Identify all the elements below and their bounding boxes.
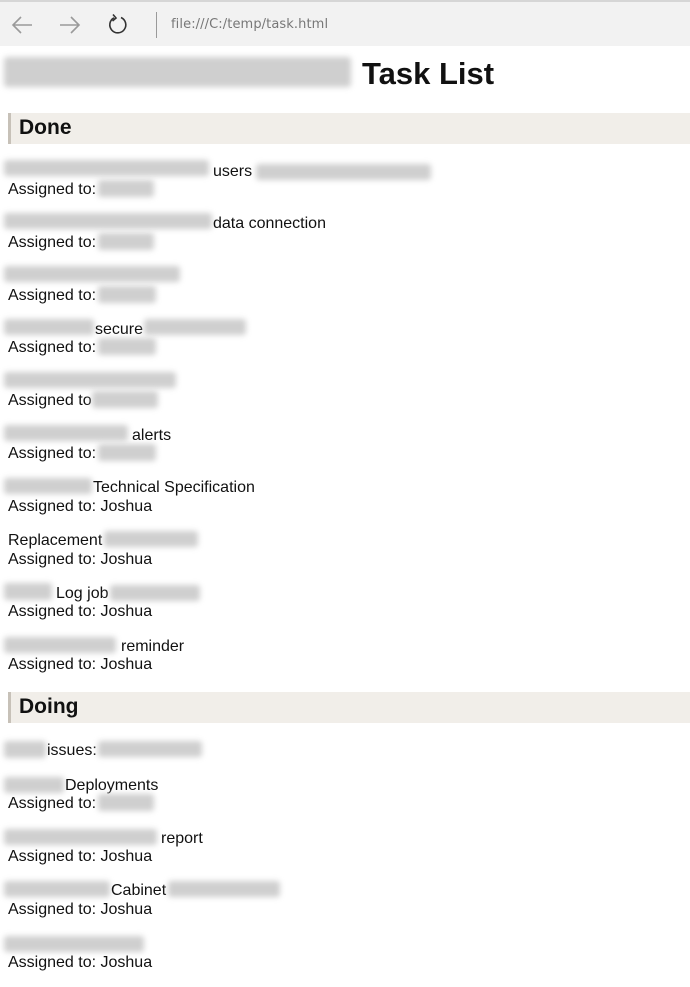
task-assignee: Assigned to:	[8, 339, 97, 356]
refresh-icon	[109, 14, 127, 34]
redacted-text	[98, 233, 154, 250]
arrow-right-icon	[60, 16, 81, 34]
task-assignee: Assigned to	[8, 392, 92, 409]
task-title: issues:	[47, 742, 97, 759]
task-assignee: Assigned to:	[8, 181, 97, 198]
browser-toolbar: file:///C:/temp/task.html	[0, 0, 690, 46]
section-title: Done	[19, 116, 72, 139]
task-title: Replacement	[8, 532, 103, 549]
task-title: alerts	[132, 427, 172, 444]
task-assignee: Assigned to:	[8, 795, 97, 812]
redacted-text	[4, 425, 128, 441]
redacted-text	[4, 319, 94, 335]
arrow-left-icon	[11, 16, 32, 34]
back-button[interactable]	[8, 11, 36, 39]
task-title: Deployments	[65, 777, 159, 794]
refresh-button[interactable]	[104, 11, 132, 39]
redacted-text	[98, 741, 202, 757]
toolbar-separator	[156, 12, 157, 38]
task-assignee: Assigned to:	[8, 234, 97, 251]
redacted-text	[110, 585, 200, 601]
section-header-done: Done	[8, 113, 690, 144]
task-title: secure	[95, 321, 144, 338]
redacted-text	[4, 777, 64, 793]
redacted-text	[4, 829, 157, 845]
task-title: data connection	[213, 215, 326, 232]
task-assignee: Assigned to: Joshua	[8, 498, 153, 515]
redacted-text	[4, 266, 180, 282]
task-assignee: Assigned to: Joshua	[8, 551, 153, 568]
redacted-text	[4, 213, 212, 229]
forward-button[interactable]	[56, 11, 84, 39]
section-title: Doing	[19, 695, 79, 718]
redacted-text	[4, 478, 92, 494]
task-assignee: Assigned to: Joshua	[8, 901, 153, 918]
redacted-text	[98, 338, 156, 355]
task-title: Technical Specification	[93, 479, 255, 496]
redacted-text	[4, 160, 209, 176]
redacted-text	[98, 444, 156, 461]
redacted-text	[4, 936, 144, 952]
redacted-text	[98, 794, 154, 811]
redacted-text	[92, 391, 158, 408]
task-title: Cabinet	[111, 882, 167, 899]
task-assignee: Assigned to: Joshua	[8, 848, 153, 865]
redacted-text	[4, 637, 116, 653]
redacted-text	[144, 319, 246, 335]
task-assignee: Assigned to:	[8, 287, 97, 304]
task-title: Log job	[56, 585, 109, 602]
redacted-text	[4, 741, 46, 758]
task-assignee: Assigned to: Joshua	[8, 954, 153, 971]
page-title: Task List	[362, 56, 495, 91]
task-title: report	[161, 830, 203, 847]
redacted-text	[104, 531, 198, 547]
task-title: users	[213, 163, 253, 180]
task-assignee: Assigned to: Joshua	[8, 603, 153, 620]
task-assignee: Assigned to:	[8, 445, 97, 462]
redacted-text	[98, 180, 154, 197]
section-header-doing: Doing	[8, 692, 690, 723]
redacted-text	[4, 881, 110, 897]
redacted-text	[4, 372, 176, 388]
task-assignee: Assigned to: Joshua	[8, 656, 153, 673]
address-bar[interactable]: file:///C:/temp/task.html	[171, 17, 328, 32]
redacted-text	[168, 881, 280, 897]
redacted-text	[98, 286, 156, 303]
redacted-text	[256, 164, 431, 180]
redacted-text	[4, 583, 52, 600]
redacted-title-prefix	[4, 57, 351, 87]
task-title: reminder	[121, 638, 185, 655]
